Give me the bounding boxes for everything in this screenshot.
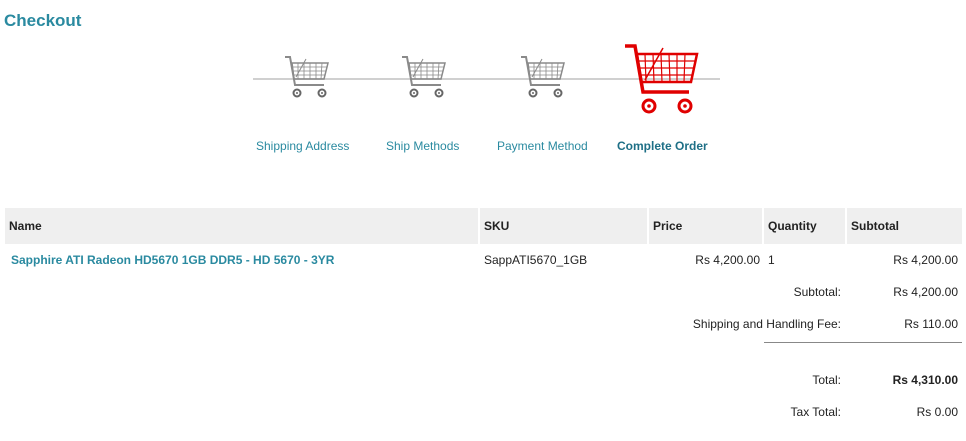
step-complete-order: Complete Order (617, 139, 708, 153)
shopping-cart-icon (284, 55, 330, 101)
column-header-subtotal: Subtotal (847, 208, 962, 244)
total-value: Rs 4,310.00 (892, 373, 958, 387)
summary-tax-row: Tax Total: Rs 0.00 (5, 396, 962, 428)
tax-total-value: Rs 0.00 (916, 405, 958, 419)
column-header-sku: SKU (480, 208, 649, 244)
product-subtotal: Rs 4,200.00 (893, 253, 958, 267)
table-row: Sapphire ATI Radeon HD5670 1GB DDR5 - HD… (5, 244, 962, 276)
product-quantity: 1 (768, 253, 775, 267)
page-title: Checkout (4, 11, 82, 30)
summary-subtotal-row: Subtotal: Rs 4,200.00 (5, 276, 962, 308)
step-shipping-address[interactable]: Shipping Address (256, 139, 349, 153)
step-ship-methods[interactable]: Ship Methods (386, 139, 459, 153)
shopping-cart-icon (401, 55, 447, 101)
column-header-name: Name (5, 208, 480, 244)
total-divider (764, 342, 962, 343)
shipping-fee-value: Rs 110.00 (904, 317, 958, 331)
active-shopping-cart-icon (623, 42, 699, 116)
product-price: Rs 4,200.00 (695, 253, 760, 267)
summary-shipping-row: Shipping and Handling Fee: Rs 110.00 (5, 308, 962, 340)
order-table: Name SKU Price Quantity Subtotal Sapphir… (5, 208, 962, 428)
product-link[interactable]: Sapphire ATI Radeon HD5670 1GB DDR5 - HD… (9, 253, 334, 267)
shopping-cart-icon (520, 55, 566, 101)
tax-total-label: Tax Total: (790, 405, 841, 419)
table-header-row: Name SKU Price Quantity Subtotal (5, 208, 962, 244)
checkout-page: Checkout Shipping Address Ship Methods P… (0, 0, 966, 441)
product-name-cell: Sapphire ATI Radeon HD5670 1GB DDR5 - HD… (5, 244, 480, 276)
summary-divider-row (5, 340, 962, 364)
total-label: Total: (812, 373, 841, 387)
column-header-quantity: Quantity (764, 208, 847, 244)
subtotal-label: Subtotal: (793, 285, 841, 299)
column-header-price: Price (649, 208, 764, 244)
product-sku: SappATI5670_1GB (484, 253, 588, 267)
summary-total-row: Total: Rs 4,310.00 (5, 364, 962, 396)
shipping-fee-label: Shipping and Handling Fee: (692, 317, 841, 331)
step-payment-method[interactable]: Payment Method (497, 139, 588, 153)
subtotal-value: Rs 4,200.00 (893, 285, 958, 299)
